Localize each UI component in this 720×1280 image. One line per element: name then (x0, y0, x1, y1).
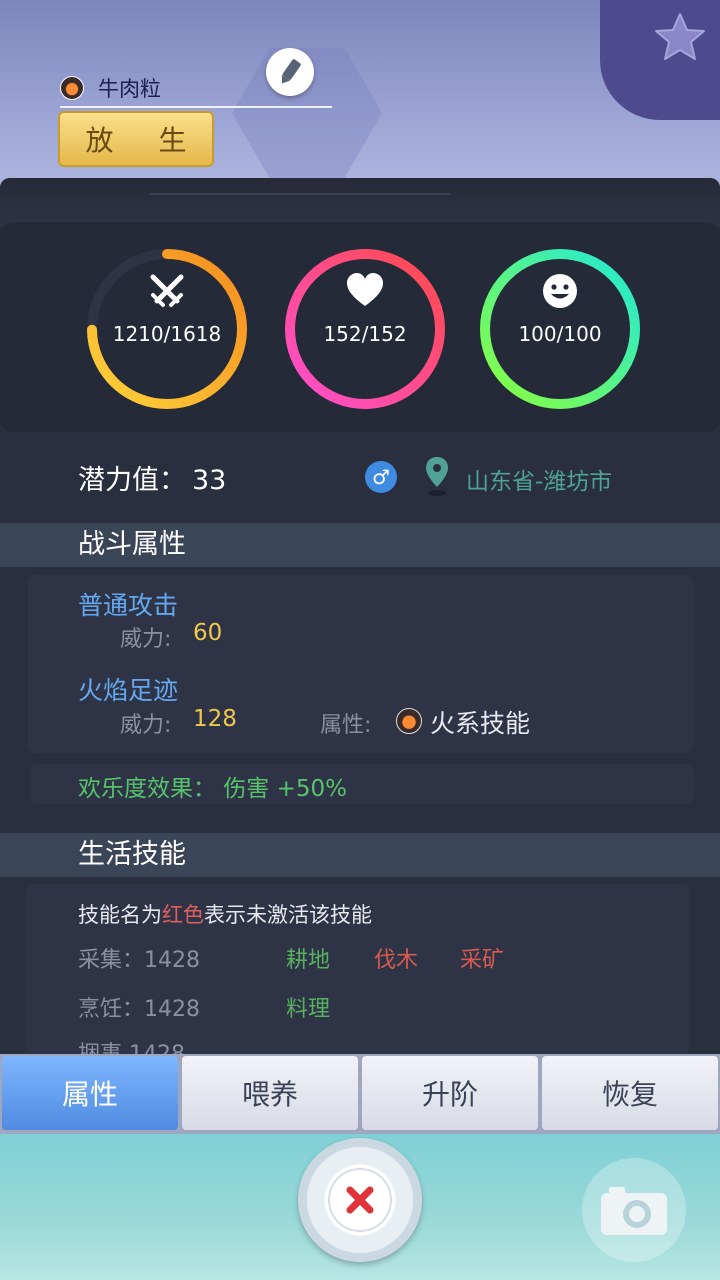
smile-icon (543, 274, 577, 308)
swords-icon (150, 274, 184, 307)
close-icon (346, 1186, 374, 1214)
skill-name: 火焰足迹 (78, 676, 179, 705)
attribute-label: 属性: (320, 713, 372, 738)
heart-icon (347, 273, 383, 306)
star-icon (655, 13, 705, 60)
mood-value: 100/100 (518, 322, 602, 346)
tab-attributes[interactable]: 属性 (2, 1056, 178, 1130)
joy-effect: 欢乐度效果： 伤害 +50% (78, 776, 348, 802)
potential-row: 潜力值： 33 (78, 458, 226, 497)
attack-gauge: 1210/1618 (84, 246, 250, 412)
power-label: 威力: (120, 627, 172, 652)
attribute-value: 火系技能 (430, 709, 531, 738)
close-button[interactable] (298, 1138, 422, 1262)
life-section-title: 生活技能 (0, 833, 720, 877)
release-button[interactable]: 放 生 (58, 111, 214, 167)
fire-icon (396, 708, 422, 734)
health-gauge: 152/152 (282, 246, 448, 412)
camera-icon (601, 1187, 667, 1235)
life-skill-row-label: 烹饪：1428 (78, 997, 200, 1022)
power-value: 60 (193, 620, 223, 646)
health-value: 152/152 (323, 322, 407, 346)
attack-value: 1210/1618 (112, 322, 222, 346)
camera-button[interactable] (582, 1158, 686, 1262)
panel-divider (150, 193, 450, 195)
location-pin-icon (426, 457, 448, 496)
tab-upgrade[interactable]: 升阶 (362, 1056, 538, 1130)
life-skills-note: 技能名为红色表示未激活该技能 (78, 903, 372, 927)
life-skill-row-label: 采集：1428 (78, 948, 200, 973)
life-skill-tag: 伐木 (374, 948, 419, 973)
life-skill-tag: 耕地 (286, 948, 331, 973)
life-skill-tag: 料理 (286, 997, 331, 1022)
pencil-icon (281, 59, 301, 84)
potential-label: 潜力值： (78, 465, 186, 496)
male-icon: ♂ (365, 461, 397, 493)
pet-name: 牛肉粒 (98, 77, 161, 101)
life-skill-tag: 采矿 (460, 948, 505, 973)
edit-name-button[interactable] (266, 48, 314, 96)
life-skill-row-partial: 捆事 1428 (78, 1036, 185, 1054)
skill-name: 普通攻击 (78, 591, 179, 620)
location-text: 山东省-潍坊市 (466, 469, 613, 495)
power-value: 128 (193, 706, 237, 732)
tab-feed[interactable]: 喂养 (182, 1056, 358, 1130)
scroll-clip: 捆事 1428 (0, 1030, 720, 1054)
mood-gauge: 100/100 (477, 246, 643, 412)
panel-header (0, 178, 720, 226)
tab-recover[interactable]: 恢复 (542, 1056, 718, 1130)
fire-icon (60, 76, 84, 100)
battle-section-title: 战斗属性 (0, 523, 720, 567)
potential-value: 33 (192, 465, 227, 496)
power-label: 威力: (120, 713, 172, 738)
